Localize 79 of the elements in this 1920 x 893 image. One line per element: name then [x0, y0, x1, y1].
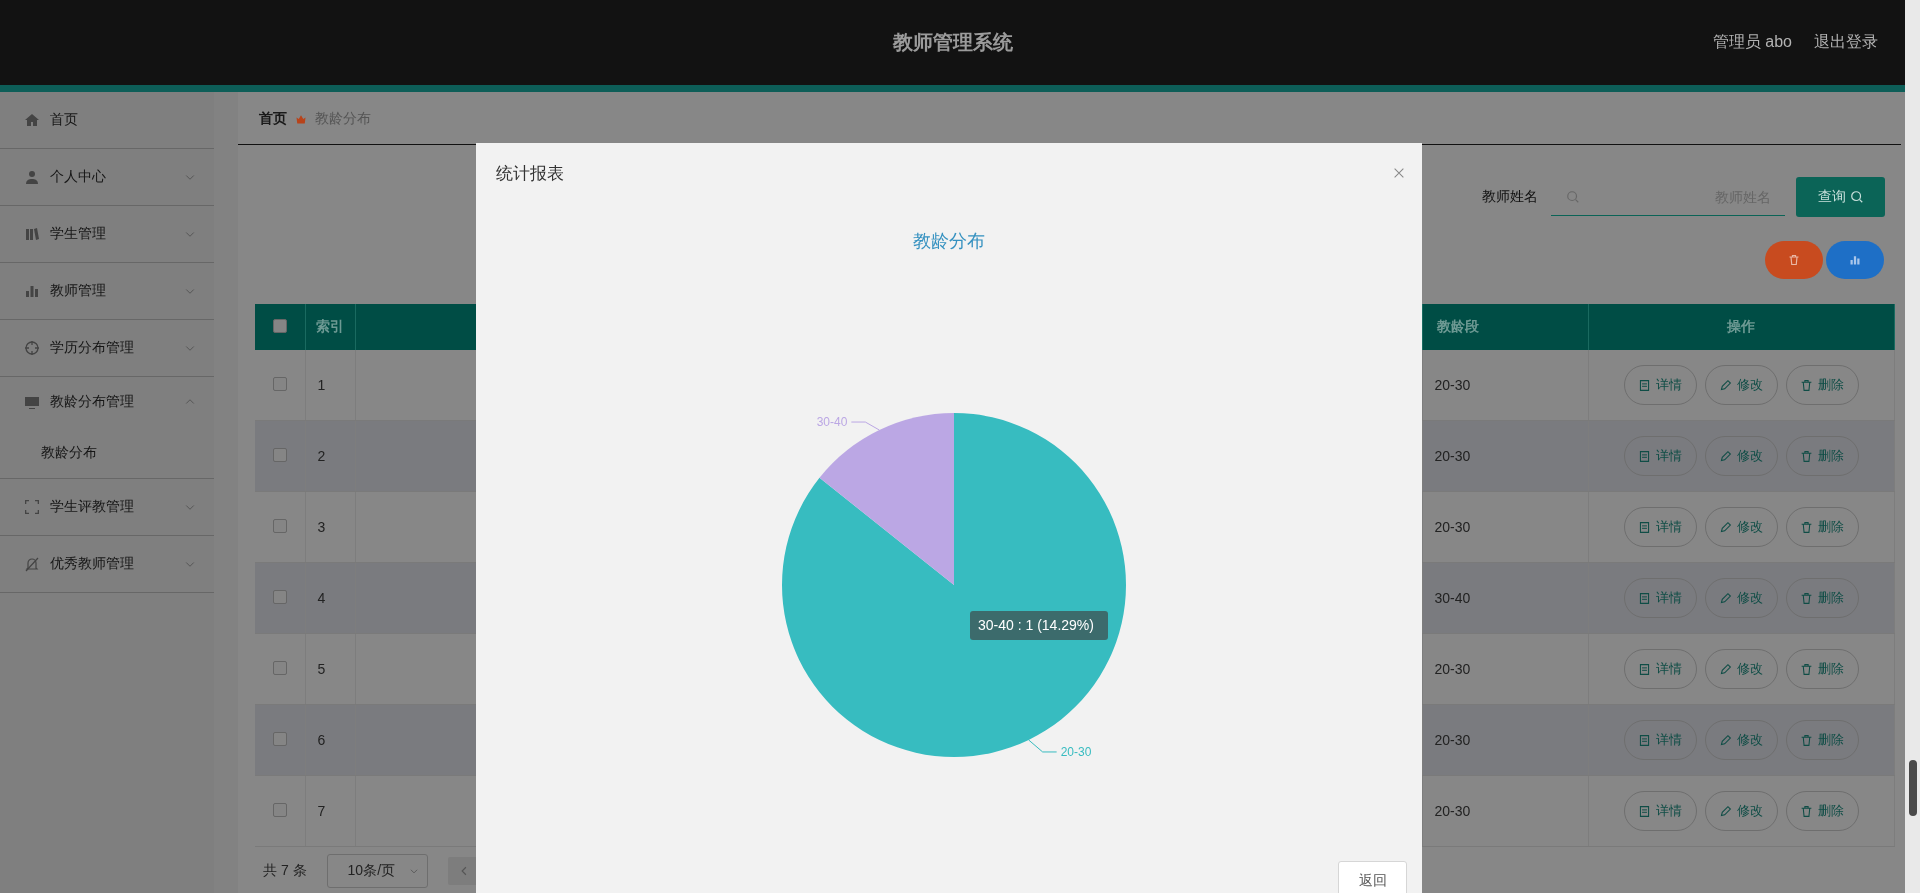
scrollbar[interactable]	[1905, 0, 1920, 893]
pencil-icon	[1719, 378, 1732, 392]
trash-icon	[1800, 804, 1813, 818]
checkbox[interactable]	[272, 660, 287, 675]
document-icon	[1638, 804, 1651, 818]
user-name: 管理员 abo	[1712, 32, 1792, 52]
checkbox[interactable]	[272, 376, 287, 391]
slice-label: 20-30	[1060, 744, 1092, 759]
checkbox[interactable]	[272, 731, 287, 746]
table-cell: 30-40	[1422, 562, 1588, 634]
search-icon	[1566, 190, 1580, 204]
pencil-icon	[1719, 662, 1732, 676]
trash-icon	[1800, 591, 1813, 605]
breadcrumb-link[interactable]: 首页	[259, 110, 287, 128]
crown-icon	[295, 113, 307, 125]
delete-button[interactable]	[1765, 241, 1823, 279]
trash-icon	[1800, 520, 1813, 534]
trash-icon	[1800, 662, 1813, 676]
pencil-icon	[1719, 591, 1732, 605]
edit-button[interactable]: 修改	[1704, 507, 1778, 547]
search-button[interactable]: 查询	[1796, 177, 1885, 217]
leader-line	[1028, 739, 1058, 753]
pencil-icon	[1719, 449, 1732, 463]
menu-item-icon	[24, 283, 40, 299]
app-title: 教师管理系统	[892, 30, 1013, 55]
table-cell: 20-30	[1422, 704, 1588, 776]
table-cell: 5	[305, 633, 355, 705]
chart-tooltip: 30-40 : 1 (14.29%)	[970, 611, 1108, 640]
document-icon	[1638, 733, 1651, 747]
close-icon[interactable]	[1392, 166, 1406, 180]
column-header: 操作	[1588, 304, 1894, 350]
table-cell: 6	[305, 704, 355, 776]
checkbox[interactable]	[272, 318, 287, 333]
trash-icon	[1788, 254, 1800, 266]
checkbox[interactable]	[272, 802, 287, 817]
trash-icon	[1800, 449, 1813, 463]
document-icon	[1638, 449, 1651, 463]
total-count: 共 7 条	[263, 862, 307, 880]
statistics-button[interactable]	[1826, 241, 1884, 279]
submenu-item[interactable]: 教龄分布	[0, 427, 214, 478]
document-icon	[1638, 591, 1651, 605]
menu-item-icon	[24, 394, 40, 410]
pencil-icon	[1719, 733, 1732, 747]
dialog-title: 统计报表	[496, 162, 564, 185]
menu-item-icon	[24, 556, 40, 572]
table-cell: 1	[305, 350, 355, 421]
trash-icon	[1800, 733, 1813, 747]
table-cell: 7	[305, 775, 355, 847]
table-cell: 20-30	[1422, 420, 1588, 492]
sidebar-item[interactable]: 教龄分布管理	[0, 377, 214, 427]
menu-item-icon	[24, 169, 40, 185]
document-icon	[1638, 378, 1651, 392]
checkbox[interactable]	[272, 447, 287, 462]
leader-line	[850, 421, 880, 431]
column-header: 索引	[305, 304, 355, 350]
page-size-select[interactable]: 10条/页	[326, 854, 428, 888]
back-button[interactable]: 返回	[1338, 861, 1407, 893]
chevron-icon	[408, 866, 419, 876]
checkbox[interactable]	[272, 589, 287, 604]
pencil-icon	[1719, 520, 1732, 534]
table-cell: 3	[305, 491, 355, 563]
document-icon	[1638, 520, 1651, 534]
logout-link[interactable]: 退出登录	[1814, 32, 1878, 53]
menu-item-icon	[24, 499, 40, 515]
search-icon	[1849, 190, 1864, 204]
menu-item-icon	[24, 112, 40, 128]
document-icon	[1638, 662, 1651, 676]
menu-item-icon	[24, 340, 40, 356]
search-label: 教师姓名	[1482, 188, 1538, 206]
trash-icon	[1800, 378, 1813, 392]
pencil-icon	[1719, 804, 1732, 818]
bar-chart-icon	[1849, 254, 1861, 266]
table-cell: 2	[305, 420, 355, 492]
slice-label: 30-40	[816, 415, 848, 430]
menu-item-icon	[24, 226, 40, 242]
table-cell: 4	[305, 562, 355, 634]
chart-title: 教龄分布	[912, 230, 986, 253]
column-header: 教龄段	[1422, 304, 1588, 350]
checkbox[interactable]	[272, 518, 287, 533]
